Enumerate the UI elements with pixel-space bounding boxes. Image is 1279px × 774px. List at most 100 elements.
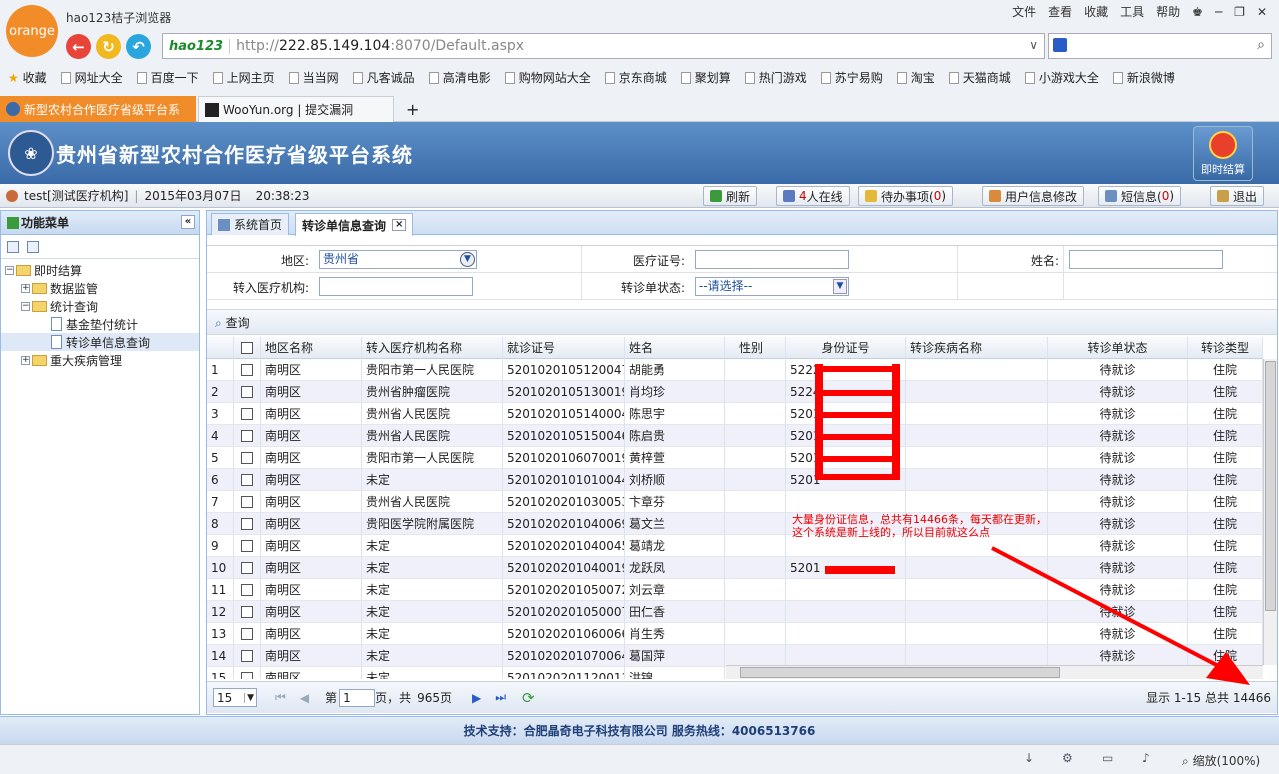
online-users-button[interactable]: 4 人在线: [776, 186, 850, 206]
expand-all-icon[interactable]: [7, 240, 19, 253]
menu-help[interactable]: 帮助: [1156, 3, 1180, 20]
tree-item-referral-query[interactable]: 转诊单信息查询: [1, 333, 199, 351]
row-checkbox[interactable]: [241, 430, 253, 442]
browser-tab[interactable]: WooYun.org | 提交漏洞: [198, 96, 394, 122]
bookmark-item[interactable]: 凡客诚品: [352, 69, 415, 86]
bookmark-item[interactable]: 聚划算: [680, 69, 731, 86]
search-icon[interactable]: ⌕: [1257, 37, 1265, 53]
bookmark-item[interactable]: 当当网: [288, 69, 339, 86]
collapse-toggle-icon[interactable]: −: [5, 265, 14, 275]
region-select[interactable]: 贵州省 ▼: [319, 250, 477, 269]
table-row[interactable]: 8 南明区贵阳医学院附属医院520102020104006901葛文兰 待就诊住院: [207, 513, 1263, 535]
table-row[interactable]: 3南明区贵州省人民医院520102010514000407陈思宇5201待就诊住…: [207, 403, 1263, 425]
menu-view[interactable]: 查看: [1048, 3, 1072, 20]
bookmark-favorites[interactable]: ★ 收藏: [8, 69, 47, 86]
bookmark-item[interactable]: 京东商城: [604, 69, 667, 86]
last-page-icon[interactable]: ⏭: [495, 690, 506, 705]
tree-item-fund-advance[interactable]: 基金垫付统计: [1, 315, 199, 333]
table-row[interactable]: 1南明区贵阳市第一人民医院520102010512004706胡能勇5222待就…: [207, 359, 1263, 381]
close-icon[interactable]: ✕: [1257, 5, 1267, 19]
tree-item-data-supervision[interactable]: + 数据监管: [1, 279, 199, 297]
status-select[interactable]: --请选择-- ▼: [695, 277, 849, 296]
menu-favorites[interactable]: 收藏: [1084, 3, 1108, 20]
bookmark-item[interactable]: 上网主页: [212, 69, 275, 86]
select-all-checkbox[interactable]: [241, 342, 253, 354]
instant-settlement-button[interactable]: 即时结算: [1193, 126, 1253, 181]
refresh-browser-button[interactable]: ↻: [96, 34, 121, 59]
refresh-button[interactable]: 刷新: [703, 186, 758, 206]
col-disease[interactable]: 转诊疾病名称: [906, 337, 1048, 359]
screen-icon[interactable]: ▭: [1102, 751, 1113, 765]
tab-referral-query[interactable]: 转诊单信息查询 ×: [295, 213, 414, 236]
row-checkbox[interactable]: [241, 364, 253, 376]
row-checkbox[interactable]: [241, 562, 253, 574]
row-checkbox[interactable]: [241, 518, 253, 530]
browser-tab-active[interactable]: 新型农村合作医疗省级平台系: [0, 96, 196, 122]
col-status[interactable]: 转诊单状态: [1048, 337, 1188, 359]
messages-button[interactable]: 短信息(0): [1098, 186, 1182, 206]
collapse-all-icon[interactable]: [27, 240, 39, 253]
address-url[interactable]: http://222.85.149.104:8070/Default.aspx: [230, 38, 524, 54]
table-row[interactable]: 4南明区贵州省人民医院520102010515004602陈启贵5201待就诊住…: [207, 425, 1263, 447]
col-name[interactable]: 姓名: [625, 337, 725, 359]
row-checkbox[interactable]: [241, 540, 253, 552]
collapse-toggle-icon[interactable]: −: [21, 301, 30, 311]
table-row[interactable]: 7 南明区贵州省人民医院520102020103005301卞章芬 待就诊住院: [207, 491, 1263, 513]
row-checkbox[interactable]: [241, 474, 253, 486]
table-row[interactable]: 5南明区贵阳市第一人民医院520102010607001902黄梓萱5201待就…: [207, 447, 1263, 469]
settings-icon[interactable]: ⚙: [1062, 751, 1073, 765]
row-checkbox[interactable]: [241, 386, 253, 398]
skin-icon[interactable]: ♚: [1192, 5, 1203, 19]
expand-toggle-icon[interactable]: +: [21, 355, 30, 365]
download-icon[interactable]: ↓: [1024, 751, 1034, 765]
collapse-icon[interactable]: «: [181, 215, 195, 229]
bookmark-item[interactable]: 新浪微博: [1112, 69, 1175, 86]
address-bar[interactable]: hao123 http://222.85.149.104:8070/Defaul…: [162, 33, 1045, 59]
col-type[interactable]: 转诊类型: [1188, 337, 1263, 359]
bookmark-item[interactable]: 热门游戏: [744, 69, 807, 86]
bookmark-item[interactable]: 高清电影: [428, 69, 491, 86]
tree-item-statistics[interactable]: − 统计查询: [1, 297, 199, 315]
bookmark-item[interactable]: 淘宝: [896, 69, 935, 86]
prev-page-icon[interactable]: ◀: [300, 691, 309, 705]
cert-input[interactable]: [695, 250, 849, 269]
bookmark-item[interactable]: 百度一下: [136, 69, 199, 86]
page-size-select[interactable]: 15 ▼: [213, 688, 257, 707]
next-page-icon[interactable]: ▶: [472, 691, 481, 705]
bookmark-item[interactable]: 购物网站大全: [504, 69, 591, 86]
bookmark-item[interactable]: 小游戏大全: [1024, 69, 1099, 86]
first-page-icon[interactable]: ⏮: [275, 690, 286, 705]
col-region[interactable]: 地区名称: [261, 337, 362, 359]
page-number-input[interactable]: 1: [339, 688, 376, 707]
row-checkbox[interactable]: [241, 628, 253, 640]
row-checkbox[interactable]: [241, 650, 253, 662]
minimize-icon[interactable]: ─: [1215, 5, 1222, 19]
close-tab-icon[interactable]: ×: [392, 219, 407, 231]
zoom-control[interactable]: ⌕ 缩放(100%): [1182, 752, 1260, 769]
back-button[interactable]: ←: [66, 34, 91, 59]
new-tab-button[interactable]: +: [400, 96, 424, 122]
table-row[interactable]: 6 南明区未定520102010101004401刘桥顺 5201 待就诊住院: [207, 469, 1263, 491]
dropdown-icon[interactable]: ∨: [1029, 38, 1038, 52]
col-gender[interactable]: 性别: [725, 337, 786, 359]
row-checkbox[interactable]: [241, 496, 253, 508]
home-button[interactable]: ↶: [126, 34, 151, 59]
reload-icon[interactable]: ⟳: [522, 689, 535, 707]
bookmark-item[interactable]: 苏宁易购: [820, 69, 883, 86]
menu-tools[interactable]: 工具: [1120, 3, 1144, 20]
name-input[interactable]: [1069, 250, 1223, 269]
bookmark-item[interactable]: 天猫商城: [948, 69, 1011, 86]
tab-home[interactable]: 系统首页: [211, 213, 290, 235]
tree-item-major-disease[interactable]: + 重大疾病管理: [1, 351, 199, 369]
tree-item-instant-settlement[interactable]: − 即时结算: [1, 261, 199, 279]
col-card[interactable]: 就诊证号: [503, 337, 625, 359]
row-checkbox[interactable]: [241, 408, 253, 420]
col-hospital[interactable]: 转入医疗机构名称: [362, 337, 503, 359]
browser-search-input[interactable]: ⌕: [1048, 33, 1272, 59]
row-checkbox[interactable]: [241, 452, 253, 464]
bookmark-item[interactable]: 网址大全: [60, 69, 123, 86]
menu-file[interactable]: 文件: [1012, 3, 1036, 20]
hospital-input[interactable]: [319, 277, 473, 296]
table-row[interactable]: 2南明区贵州省肿瘤医院520102010513001902肖均珍5224待就诊住…: [207, 381, 1263, 403]
restore-icon[interactable]: ❐: [1234, 5, 1245, 19]
